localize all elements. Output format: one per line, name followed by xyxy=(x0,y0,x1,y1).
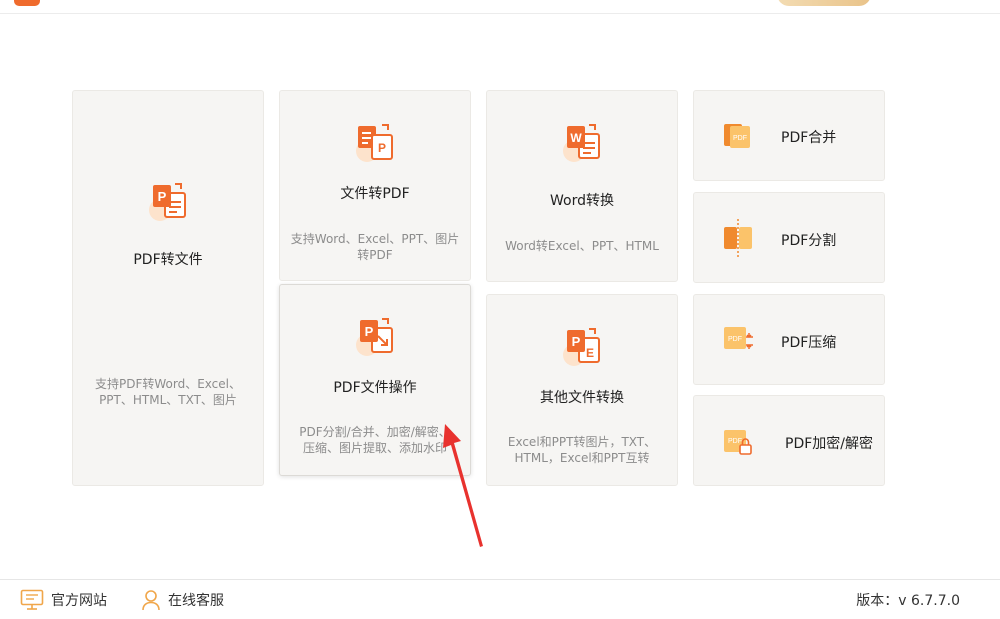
card-pdf-to-file[interactable]: P PDF转文件 支持PDF转Word、Excel、PPT、HTML、TXT、图… xyxy=(72,90,264,486)
svg-text:P: P xyxy=(158,189,167,204)
card-title: Word转换 xyxy=(550,193,614,209)
official-website-link[interactable]: 官方网站 xyxy=(20,589,107,611)
svg-text:PDF: PDF xyxy=(728,336,742,343)
vip-button[interactable] xyxy=(777,0,871,6)
card-file-to-pdf[interactable]: P 文件转PDF 支持Word、Excel、PPT、图片转PDF xyxy=(279,90,471,281)
title-bar xyxy=(0,0,1000,14)
pdf-to-file-icon: P xyxy=(149,183,186,221)
card-title: 文件转PDF xyxy=(340,186,410,202)
file-to-pdf-icon: P xyxy=(356,124,393,162)
app-window: P PDF转文件 支持PDF转Word、Excel、PPT、HTML、TXT、图… xyxy=(0,0,1000,619)
card-title: PDF加密/解密 xyxy=(785,436,873,452)
card-description: PDF分割/合并、加密/解密、压缩、图片提取、添加水印 xyxy=(299,425,451,455)
card-pdf-encrypt[interactable]: PDF PDF加密/解密 xyxy=(693,395,885,486)
card-description: Excel和PPT转图片，TXT、HTML，Excel和PPT互转 xyxy=(507,435,657,465)
svg-text:E: E xyxy=(586,346,594,360)
word-convert-icon: W xyxy=(563,124,600,162)
svg-text:P: P xyxy=(572,334,581,349)
app-logo xyxy=(14,0,40,6)
card-description: 支持Word、Excel、PPT、图片转PDF xyxy=(290,232,460,262)
card-pdf-merge[interactable]: PDF PDF合并 xyxy=(693,90,885,181)
footer-bar: 官方网站 在线客服 版本：v 6.7.7.0 xyxy=(0,579,1000,619)
card-pdf-compress[interactable]: PDF PDF压缩 xyxy=(693,294,885,385)
svg-text:P: P xyxy=(378,141,386,155)
svg-text:W: W xyxy=(570,131,582,145)
card-title: PDF压缩 xyxy=(781,335,837,351)
card-title: PDF转文件 xyxy=(133,252,203,268)
card-description: Word转Excel、PPT、HTML xyxy=(505,239,659,253)
user-support-icon xyxy=(142,590,160,611)
card-title: PDF文件操作 xyxy=(333,380,417,396)
online-support-link[interactable]: 在线客服 xyxy=(141,589,224,611)
other-file-convert-icon: E P xyxy=(563,328,600,366)
pdf-operation-icon: P xyxy=(356,318,393,356)
card-other-convert[interactable]: E P 其他文件转换 Excel和PPT转图片，TXT、HTML，Excel和P… xyxy=(486,294,678,486)
version-text: 版本：v 6.7.7.0 xyxy=(856,593,960,609)
pdf-merge-icon: PDF xyxy=(724,124,750,148)
pdf-compress-icon: PDF xyxy=(724,327,753,349)
svg-text:PDF: PDF xyxy=(728,438,742,445)
card-pdf-operation[interactable]: P PDF文件操作 PDF分割/合并、加密/解密、压缩、图片提取、添加水印 xyxy=(279,284,471,476)
card-title: 其他文件转换 xyxy=(540,390,624,406)
card-pdf-split[interactable]: PDF分割 xyxy=(693,192,885,283)
monitor-icon xyxy=(20,589,44,610)
card-word-convert[interactable]: W Word转换 Word转Excel、PPT、HTML xyxy=(486,90,678,282)
online-support-label: 在线客服 xyxy=(168,593,224,609)
card-title: PDF合并 xyxy=(781,130,837,146)
official-website-label: 官方网站 xyxy=(51,593,107,609)
card-title: PDF分割 xyxy=(781,233,837,249)
pdf-encrypt-icon: PDF xyxy=(724,430,752,455)
pdf-split-icon xyxy=(724,219,752,259)
svg-text:P: P xyxy=(365,324,374,339)
svg-text:PDF: PDF xyxy=(733,135,747,142)
card-description: 支持PDF转Word、Excel、PPT、HTML、TXT、图片 xyxy=(94,377,241,407)
